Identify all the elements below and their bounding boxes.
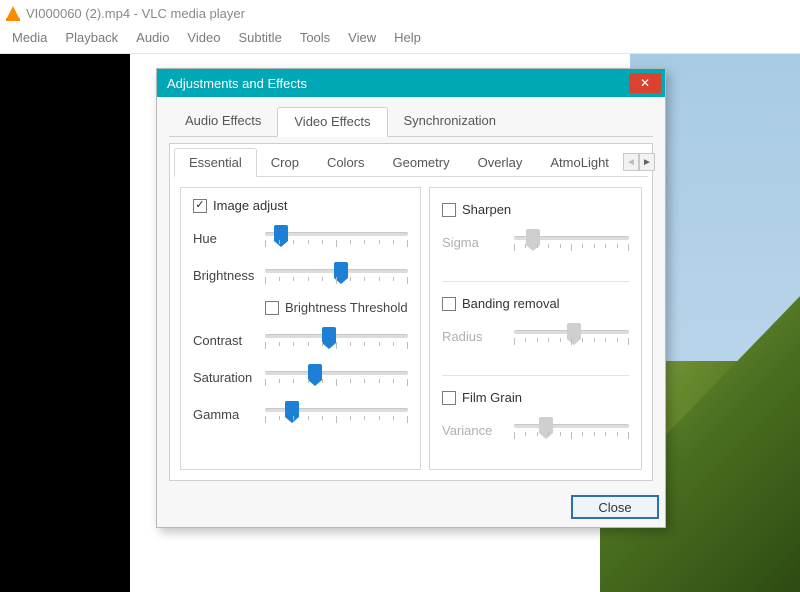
contrast-slider-row: Contrast — [193, 328, 408, 352]
hue-slider-row: Hue — [193, 226, 408, 250]
gamma-label: Gamma — [193, 407, 255, 422]
radius-label: Radius — [442, 329, 504, 344]
hue-label: Hue — [193, 231, 255, 246]
hue-slider[interactable] — [265, 226, 408, 250]
subtab-geometry[interactable]: Geometry — [379, 149, 464, 176]
video-black-bar — [0, 54, 130, 592]
radius-slider[interactable] — [514, 324, 629, 348]
brightness-slider[interactable] — [265, 263, 408, 287]
banding-checkbox-row: Banding removal — [442, 296, 629, 311]
dialog-close-button[interactable]: ✕ — [629, 73, 661, 93]
adjustments-dialog: Adjustments and Effects ✕ Audio Effects … — [156, 68, 666, 528]
subtab-crop[interactable]: Crop — [257, 149, 313, 176]
sharpen-checkbox-row: Sharpen — [442, 202, 629, 217]
image-adjust-checkbox[interactable] — [193, 199, 207, 213]
sub-tabs: Essential Crop Colors Geometry Overlay A… — [174, 148, 648, 177]
contrast-slider[interactable] — [265, 328, 408, 352]
close-button[interactable]: Close — [571, 495, 659, 519]
menu-subtitle[interactable]: Subtitle — [238, 30, 281, 45]
image-adjust-checkbox-row: Image adjust — [193, 198, 408, 213]
variance-slider[interactable] — [514, 418, 629, 442]
contrast-label: Contrast — [193, 333, 255, 348]
menu-audio[interactable]: Audio — [136, 30, 169, 45]
vlc-cone-icon — [6, 6, 20, 20]
close-icon: ✕ — [640, 76, 650, 90]
menu-view[interactable]: View — [348, 30, 376, 45]
tab-video-effects[interactable]: Video Effects — [277, 107, 387, 137]
filmgrain-label: Film Grain — [462, 390, 522, 405]
image-adjust-label: Image adjust — [213, 198, 287, 213]
saturation-slider-row: Saturation — [193, 365, 408, 389]
menu-bar: Media Playback Audio Video Subtitle Tool… — [0, 26, 800, 54]
radius-slider-row: Radius — [442, 324, 629, 348]
gamma-slider-row: Gamma — [193, 402, 408, 426]
subtab-colors[interactable]: Colors — [313, 149, 379, 176]
brightness-label: Brightness — [193, 268, 255, 283]
sharpen-checkbox[interactable] — [442, 203, 456, 217]
gamma-slider[interactable] — [265, 402, 408, 426]
right-effects-panel: Sharpen Sigma — [429, 187, 642, 470]
brightness-threshold-label: Brightness Threshold — [285, 300, 408, 315]
sigma-slider-row: Sigma — [442, 230, 629, 254]
brightness-threshold-checkbox[interactable] — [265, 301, 279, 315]
subtab-essential[interactable]: Essential — [174, 148, 257, 177]
sigma-label: Sigma — [442, 235, 504, 250]
tab-audio-effects[interactable]: Audio Effects — [169, 107, 277, 136]
saturation-label: Saturation — [193, 370, 255, 385]
subtab-scroll-right-button[interactable]: ► — [639, 153, 655, 171]
dialog-titlebar[interactable]: Adjustments and Effects ✕ — [157, 69, 665, 97]
subtab-scroll-left-button[interactable]: ◄ — [623, 153, 639, 171]
filmgrain-checkbox-row: Film Grain — [442, 390, 629, 405]
banding-block: Banding removal Radius — [442, 292, 629, 376]
sharpen-block: Sharpen Sigma — [442, 198, 629, 282]
brightness-threshold-row: Brightness Threshold — [265, 300, 408, 315]
video-area: Adjustments and Effects ✕ Audio Effects … — [0, 54, 800, 592]
image-adjust-panel: Image adjust Hue Brightness — [180, 187, 421, 470]
sigma-slider[interactable] — [514, 230, 629, 254]
dialog-title: Adjustments and Effects — [167, 76, 307, 91]
subtab-atmolight[interactable]: AtmoLight — [536, 149, 623, 176]
tab-synchronization[interactable]: Synchronization — [388, 107, 513, 136]
app-title: VI000060 (2).mp4 - VLC media player — [26, 6, 245, 21]
subtab-overlay[interactable]: Overlay — [464, 149, 537, 176]
dialog-footer: Close — [157, 489, 665, 527]
variance-label: Variance — [442, 423, 504, 438]
saturation-slider[interactable] — [265, 365, 408, 389]
menu-video[interactable]: Video — [187, 30, 220, 45]
app-titlebar: VI000060 (2).mp4 - VLC media player — [0, 0, 800, 26]
filmgrain-checkbox[interactable] — [442, 391, 456, 405]
brightness-slider-row: Brightness — [193, 263, 408, 287]
banding-checkbox[interactable] — [442, 297, 456, 311]
menu-help[interactable]: Help — [394, 30, 421, 45]
menu-media[interactable]: Media — [12, 30, 47, 45]
filmgrain-block: Film Grain Variance — [442, 386, 629, 459]
menu-playback[interactable]: Playback — [65, 30, 118, 45]
sharpen-label: Sharpen — [462, 202, 511, 217]
main-tabs: Audio Effects Video Effects Synchronizat… — [169, 107, 653, 137]
banding-label: Banding removal — [462, 296, 560, 311]
menu-tools[interactable]: Tools — [300, 30, 330, 45]
variance-slider-row: Variance — [442, 418, 629, 442]
